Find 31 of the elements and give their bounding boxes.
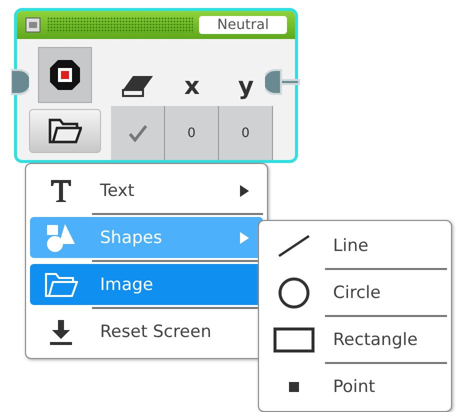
folder-icon: [48, 118, 82, 144]
screen-icon: [25, 17, 41, 33]
submenu-arrow-icon: [240, 232, 249, 244]
circle-icon: [277, 276, 311, 310]
number-input[interactable]: 0: [165, 106, 219, 160]
download-icon: [48, 318, 74, 344]
display-block[interactable]: Neutral x 0 y 0: [14, 8, 298, 163]
menu-item[interactable]: Reset Screen: [30, 311, 263, 352]
mode-selector-button[interactable]: [29, 109, 101, 153]
parameter-label: y: [238, 71, 254, 102]
check-icon: [128, 124, 148, 142]
rectangle-icon: [273, 326, 315, 352]
menu-item[interactable]: Point: [263, 366, 447, 407]
parameter-label: x: [184, 71, 200, 102]
sequence-input-connector: [11, 69, 29, 95]
menu-item[interactable]: Circle: [263, 272, 447, 313]
brick-mode-icon[interactable]: [38, 47, 92, 103]
menu-item[interactable]: Line: [263, 225, 447, 266]
submenu-arrow-icon: [240, 184, 249, 196]
folder-icon: [44, 272, 78, 298]
line-icon: [277, 234, 311, 258]
menu-item[interactable]: Rectangle: [263, 319, 447, 360]
toggle-input[interactable]: [111, 106, 165, 160]
number-input[interactable]: 0: [219, 106, 273, 160]
letter-t-icon: [49, 178, 73, 204]
shapes-icon: [45, 222, 77, 254]
eraser-icon: [121, 74, 155, 98]
sequence-output-connector: [265, 69, 301, 95]
menu-item[interactable]: Text: [30, 170, 263, 211]
point-icon: [289, 382, 299, 392]
block-title: Neutral: [199, 16, 287, 34]
